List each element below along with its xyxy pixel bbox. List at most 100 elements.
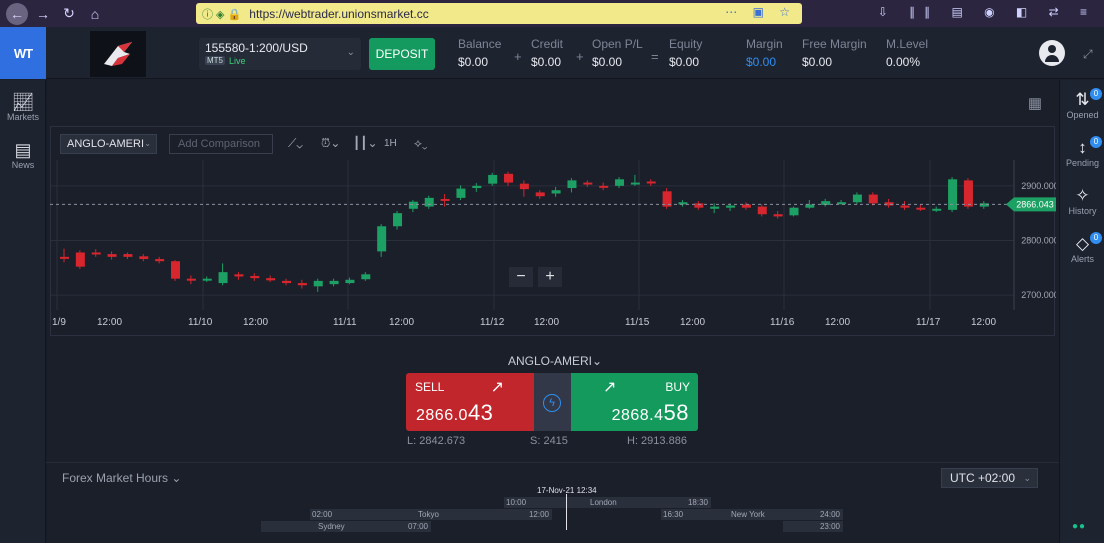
address-bar[interactable]: ⓘ ◈ 🔒 https://webtrader.unionsmarket.cc … [196,3,802,24]
layout-grid-icon[interactable]: ▦ [1016,88,1054,118]
candle-body [155,259,165,262]
x-tick-label: 12:00 [971,317,996,328]
fullscreen-icon[interactable]: ⤢ [1083,47,1093,62]
account-number: 155580-1:200/USD [205,41,308,55]
candle-body [630,182,640,185]
high-price: H: 2913.886 [627,435,687,447]
candle-body [916,207,926,210]
arrow-up-right-icon: ↗ [603,379,617,396]
account-selector[interactable]: 155580-1:200/USD MT5 Live ⌄ [199,38,361,70]
candle-body [107,254,117,257]
top-bar: WT 155580-1:200/USD MT5 Live ⌄ DEPOSIT B… [0,27,1104,79]
sidebar-item-label: Pending [1065,158,1100,168]
candle-body [773,214,783,217]
sidebar-item-opened[interactable]: ⇅ 0 Opened [1060,88,1104,120]
connection-status-icon: ●● [1072,521,1087,532]
sidebar-item-markets[interactable]: 📈︎ Markets [0,92,46,122]
session-sydney: Sydney 07:00 [261,521,431,532]
candle-body [345,279,355,284]
count-badge: 0 [1090,232,1102,244]
last-price-label: 2866.043 [1016,199,1054,209]
buy-button[interactable]: ↗ BUY 2868.458 [571,373,698,431]
sidebar-item-pending[interactable]: ↕ 0 Pending [1060,136,1104,168]
chevron-down-icon: ⌄ [1023,473,1031,483]
timeframe-select[interactable]: 1H [384,138,397,149]
equals-operator: = [651,49,659,64]
x-tick-label: 11/16 [770,317,795,328]
reload-icon[interactable]: ↻ [58,3,80,25]
candle-body [884,202,894,206]
lock-icon: ⓘ ◈ 🔒 [202,8,242,21]
sell-label: SELL [415,380,445,394]
plus-operator: + [514,49,522,64]
sidebar-item-alerts[interactable]: ◇ 0 Alerts [1060,232,1104,264]
page-actions-icon[interactable]: ⋯ ▣ ☆ [725,5,796,19]
sidebar-item-label: Alerts [1070,254,1094,264]
candle-body [186,278,196,281]
sell-button[interactable]: SELL ↗ 2866.043 [406,373,534,431]
candle-body [757,206,767,215]
candle-body [948,179,958,210]
x-tick-label: 12:00 [97,317,122,328]
right-sidebar: ⇅ 0 Opened ↕ 0 Pending ✧ History ◇ 0 Ale… [1059,80,1104,543]
candle-body [456,188,466,198]
sidebar-item-history[interactable]: ✧ History [1060,186,1104,216]
candle-body [551,190,561,194]
candle-body [504,173,514,183]
candle-body [218,272,228,284]
user-avatar-icon[interactable] [1039,40,1065,66]
candle-body [472,185,482,189]
candle-body [91,252,101,255]
candle-body [202,278,212,281]
candle-body [393,213,403,227]
candle-body [424,197,434,207]
sidebar-item-label: Markets [6,112,39,122]
x-tick-label: 11/17 [916,317,941,328]
arrow-up-right-icon: ↗ [490,379,504,396]
stat-open-pl: Open P/L $0.00 [592,37,643,69]
candle-body [75,252,85,267]
webtrader-logo[interactable]: WT [0,27,46,79]
sidebar-item-label: News [11,160,35,170]
x-tick-label: 11/11 [333,317,357,328]
candle-body [583,182,593,185]
chart-symbol-select[interactable]: ANGLO-AMERI ⌄ [60,134,157,154]
stat-equity: Equity $0.00 [669,37,703,69]
chart-grid [50,160,1014,310]
candle-body [123,254,133,257]
candlestick-chart[interactable]: 2900.000 2800.000 2700.000 2866.043 1/9 12:0… [50,160,1056,336]
candle-body [615,179,625,186]
session-sydney-next: 23:00 [783,521,843,532]
sidebar-item-label: History [1068,206,1097,216]
x-tick-label: 11/10 [188,317,213,328]
candle-body [60,256,69,259]
buy-label: BUY [665,380,690,394]
stat-margin: Margin $0.00 [746,37,783,69]
x-tick-label: 11/15 [625,317,650,328]
candle-body [377,226,387,252]
browser-menu-icons[interactable]: ⇩ ∥∥ ▤ ◉ ◧ ⇄ ≡ [878,5,1096,19]
indicator-icon[interactable]: ⟋⌄ [288,136,303,151]
one-click-toggle[interactable]: ϟ [534,373,571,431]
candle-body [266,278,276,281]
drawing-tools-icon[interactable]: ⟡⌄ [414,136,428,151]
broker-logo [90,31,146,77]
candle-type-icon[interactable]: ┃┃⌄ [353,136,378,150]
deposit-button[interactable]: DEPOSIT [369,38,435,70]
zoom-out-button[interactable]: − [509,267,533,287]
sell-price: 2866.043 [416,400,494,425]
alarm-icon[interactable]: ⏰︎⌄ [321,136,340,151]
trade-symbol[interactable]: ANGLO-AMERI⌄ [508,354,602,368]
back-icon[interactable]: ← [6,2,28,25]
sidebar-item-news[interactable]: ▤ News [0,140,46,170]
time-axis: 1/9 12:00 11/10 12:00 11/11 12:00 11/12 12:00 11… [52,317,996,328]
timezone-select[interactable]: UTC +02:00 ⌄ [941,468,1038,488]
x-tick-label: 12:00 [680,317,705,328]
zoom-in-button[interactable]: + [538,267,562,287]
y-tick-label: 2900.000 [1021,181,1056,191]
forward-icon[interactable]: → [32,3,54,25]
candle-body [361,274,371,280]
home-icon[interactable]: ⌂ [84,3,106,25]
market-hours-title[interactable]: Forex Market Hours ⌄ [62,471,181,485]
add-comparison-input[interactable]: Add Comparison [169,134,273,154]
